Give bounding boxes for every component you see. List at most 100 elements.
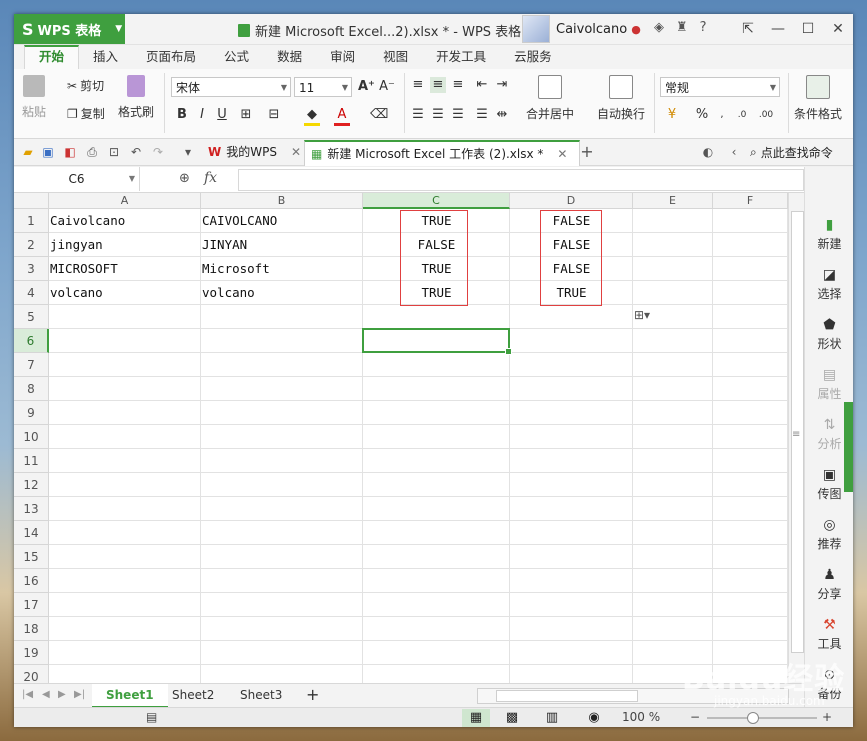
tab-formulas[interactable]: 公式 [210,45,263,69]
row-header-14[interactable]: 14 [14,521,49,545]
first-sheet-icon[interactable]: |◀ [22,689,33,700]
last-sheet-icon[interactable]: ▶| [74,689,85,700]
prev-sheet-icon[interactable]: ◀ [42,689,50,700]
tab-developer[interactable]: 开发工具 [422,45,500,69]
column-header-c[interactable]: C [363,193,510,209]
side-panel-recommend[interactable]: ◎ 推荐 [805,517,853,552]
underline-button[interactable]: U [214,107,230,123]
tab-review[interactable]: 审阅 [316,45,369,69]
bold-button[interactable]: B [174,107,190,123]
shirt-icon[interactable]: ♜ [676,20,688,35]
increase-font-icon[interactable]: A⁺ [358,79,375,95]
print-icon[interactable]: ⎙ [84,144,100,160]
formula-input[interactable] [238,169,804,191]
merge-icon[interactable]: ⊟ [266,107,282,123]
tab-home[interactable]: 开始 [24,45,80,69]
zoom-in-icon[interactable]: + [822,710,832,724]
border-icon[interactable]: ⊞ [238,107,254,123]
font-name-select[interactable]: 宋体 ▼ [171,77,291,97]
sheet-tab-1[interactable]: Sheet1 [92,684,168,708]
minimize-button[interactable]: — [763,14,793,44]
column-header-f[interactable]: F [713,193,788,209]
decrease-font-icon[interactable]: A⁻ [379,79,395,95]
insert-function-button[interactable]: fx [204,170,217,186]
side-panel-share[interactable]: ♟ 分享 [805,567,853,602]
row-header-12[interactable]: 12 [14,473,49,497]
row-header-9[interactable]: 9 [14,401,49,425]
increase-decimal-icon[interactable]: .0 [734,107,750,123]
zoom-slider[interactable] [707,712,817,724]
cell-b1[interactable]: CAIVOLCANO [202,209,364,233]
side-panel-shape[interactable]: ⬟ 形状 [805,317,853,352]
indent-icon[interactable]: ⇥ [494,77,510,93]
side-panel-new[interactable]: ▮ 新建 [805,217,853,252]
skin-icon[interactable]: ◈ [654,20,664,35]
print-preview-icon[interactable]: ⊡ [106,144,122,160]
comma-style-icon[interactable]: , [714,107,730,123]
normal-view-button[interactable]: ▦ [462,709,490,727]
align-right-icon[interactable]: ☰ [450,107,466,123]
copy-button[interactable]: ❐ 复制 [67,105,105,122]
side-panel-select[interactable]: ◪ 选择 [805,267,853,302]
conditional-format-button[interactable]: 条件格式 [794,75,842,122]
font-color-icon[interactable]: A [334,107,350,126]
row-header-13[interactable]: 13 [14,497,49,521]
align-top-icon[interactable]: ≡ [410,77,426,93]
row-header-4[interactable]: 4 [14,281,49,305]
tab-insert[interactable]: 插入 [79,45,132,69]
customize-icon[interactable]: ▾ [180,144,196,160]
redo-icon[interactable]: ↷ [150,144,166,160]
cell-b3[interactable]: Microsoft [202,257,364,281]
row-header-10[interactable]: 10 [14,425,49,449]
close-icon[interactable]: ✕ [291,140,301,164]
sheet-tab-3[interactable]: Sheet3 [226,684,296,706]
add-sheet-icon[interactable]: + [292,684,333,706]
format-painter-button[interactable]: 格式刷 [118,75,154,120]
close-icon[interactable]: ✕ [557,142,567,166]
open-folder-icon[interactable]: ▰ [20,144,36,160]
clear-format-icon[interactable]: ⌫ [370,107,388,123]
row-header-7[interactable]: 7 [14,353,49,377]
row-header-2[interactable]: 2 [14,233,49,257]
app-menu-button[interactable]: S WPS 表格 ▼ [14,14,125,44]
italic-button[interactable]: I [194,107,210,123]
row-header-17[interactable]: 17 [14,593,49,617]
wrap-text-button[interactable]: 自动换行 [597,75,645,122]
row-header-6[interactable]: 6 [14,329,49,353]
outdent-icon[interactable]: ⇤ [474,77,490,93]
column-header-e[interactable]: E [633,193,713,209]
percent-icon[interactable]: % [694,107,710,123]
tab-data[interactable]: 数据 [263,45,316,69]
row-header-3[interactable]: 3 [14,257,49,281]
distribute-icon[interactable]: ⇹ [494,107,510,123]
fill-handle[interactable] [505,348,512,355]
column-header-d[interactable]: D [510,193,633,209]
zoom-formula-icon[interactable]: ⊕ [179,171,190,186]
merge-center-button[interactable]: 合并居中 [526,75,574,122]
active-cell-cursor[interactable] [362,328,512,355]
cell-a1[interactable]: Caivolcano [50,209,202,233]
page-layout-view-button[interactable]: ▥ [538,709,566,727]
row-header-16[interactable]: 16 [14,569,49,593]
side-panel-properties[interactable]: ▤ 属性 [805,367,853,402]
sync-icon[interactable]: ◐ [700,144,716,160]
tab-page-layout[interactable]: 页面布局 [132,45,210,69]
paste-button[interactable]: 粘贴 [22,75,46,120]
cell-a3[interactable]: MICROSOFT [50,257,202,281]
row-header-18[interactable]: 18 [14,617,49,641]
align-center-icon[interactable]: ☰ [430,107,446,123]
name-box[interactable]: C6 ▼ [14,167,140,191]
tab-view[interactable]: 视图 [369,45,422,69]
spreadsheet-grid[interactable]: A B C D E F 1 2 3 4 5 6 7 8 9 10 11 12 13 14 15 16 17 18 19 20 Cai… [14,193,788,683]
decrease-decimal-icon[interactable]: .00 [758,107,774,123]
row-header-1[interactable]: 1 [14,209,49,233]
help-icon[interactable]: ? [700,20,707,35]
row-header-11[interactable]: 11 [14,449,49,473]
new-tab-icon[interactable]: + [579,144,595,160]
align-bottom-icon[interactable]: ≡ [450,77,466,93]
currency-icon[interactable]: ¥ [664,107,680,123]
maximize-button[interactable]: ☐ [793,14,823,44]
next-sheet-icon[interactable]: ▶ [58,689,66,700]
zoom-out-icon[interactable]: − [690,710,700,724]
reading-mode-button[interactable]: ◉ [580,709,608,727]
